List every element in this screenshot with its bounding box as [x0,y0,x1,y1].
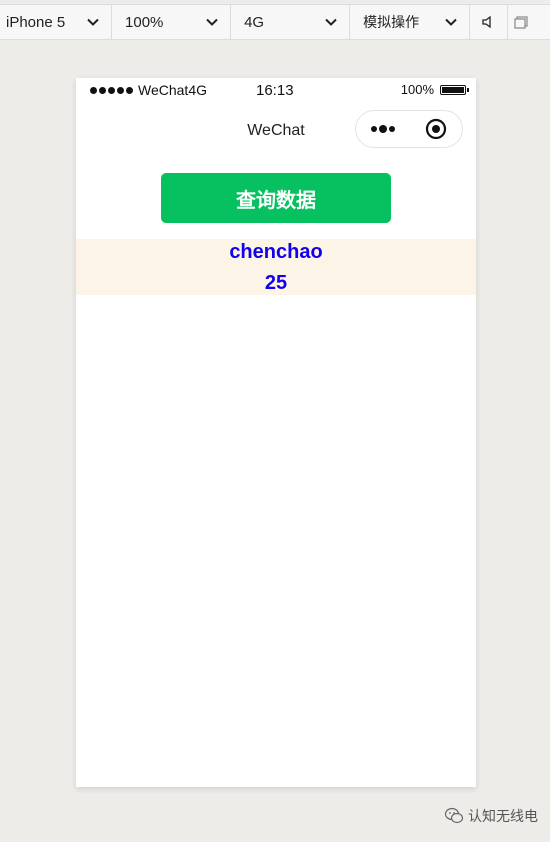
close-button[interactable] [409,111,462,147]
watermark: 认知无线电 [444,806,538,826]
battery-percent: 100% [400,82,434,97]
window-button[interactable] [508,5,550,39]
operation-select[interactable]: 模拟操作 [350,5,471,39]
carrier-label: WeChat4G [138,82,207,98]
battery-info: 100% [400,82,469,97]
chevron-down-icon [206,18,218,26]
wechat-logo-icon [444,807,464,824]
more-button[interactable] [356,111,409,147]
simulator-toolbar: iPhone 5 100% 4G 模拟操作 [0,4,550,40]
network-select[interactable]: 4G [231,5,351,39]
device-select-value: iPhone 5 [6,13,66,31]
target-close-icon [425,118,446,140]
navigation-bar: WeChat [76,102,476,158]
volume-button[interactable] [470,5,508,39]
result-name: chenchao [229,241,323,263]
status-time: 16:13 [256,82,294,99]
speaker-icon [482,15,491,29]
operation-select-value: 模拟操作 [363,15,420,31]
watermark-text: 认知无线电 [468,809,538,825]
more-dots-icon [370,125,395,133]
device-select[interactable]: iPhone 5 [0,5,113,39]
network-select-value: 4G [244,13,265,31]
battery-icon [440,84,469,95]
window-icon [513,16,528,29]
chevron-down-icon [445,18,457,26]
carrier-info: WeChat4G [90,82,207,98]
phone-simulator: WeChat4G 16:13 100% WeChat 查询数据 chenchao… [76,78,476,787]
chevron-down-icon [325,18,337,26]
query-data-button[interactable]: 查询数据 [161,173,391,223]
menu-capsule [355,110,463,148]
chevron-down-icon [87,18,99,26]
zoom-select[interactable]: 100% [112,5,232,39]
result-panel: chenchao 25 [76,239,476,295]
status-bar: WeChat4G 16:13 100% [76,78,476,102]
result-age: 25 [264,272,288,294]
zoom-select-value: 100% [125,13,164,31]
signal-dots-icon [90,86,133,94]
